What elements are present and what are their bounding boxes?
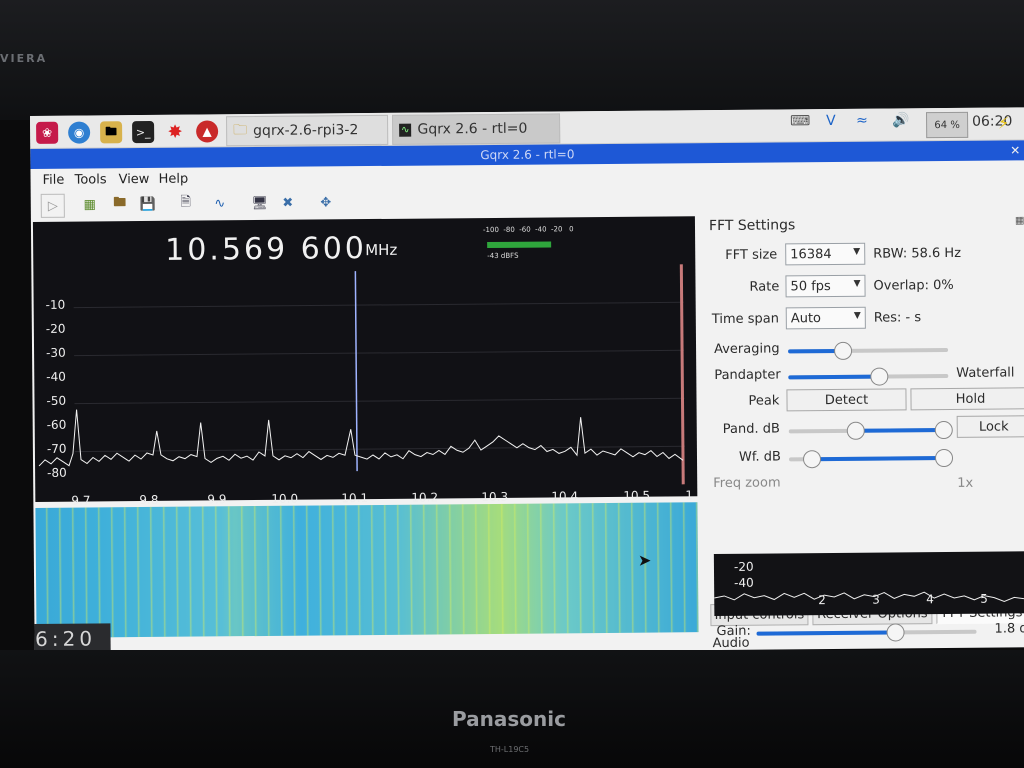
task-gqrx-window[interactable]: ∿ Gqrx 2.6 - rtl=0: [392, 113, 561, 145]
fullscreen-icon[interactable]: ✥: [315, 191, 337, 213]
monitor-bezel: [0, 0, 1024, 120]
task-gqrx-folder[interactable]: 🗀 gqrx-2.6-rpi3-2: [226, 114, 389, 147]
monitor-model: TH-L19C5: [490, 745, 530, 754]
x-tick: 1: [685, 488, 694, 503]
mouse-cursor-icon: ➤: [637, 550, 652, 570]
tuning-marker: [354, 271, 358, 472]
menu-view[interactable]: View: [118, 172, 149, 187]
mathematica-icon[interactable]: ✸: [164, 121, 186, 143]
audio-trace: [714, 591, 1024, 603]
x-tick: 10.0: [271, 491, 299, 506]
window-title: Gqrx 2.6 - rtl=0: [480, 147, 575, 163]
x-tick: 10.3: [481, 489, 509, 505]
x-tick: 10.4: [551, 489, 579, 504]
spectrum-trace: [38, 409, 684, 467]
menu-file[interactable]: File: [42, 173, 64, 188]
hardware-icon[interactable]: ▦: [79, 193, 101, 215]
spectrum-plot[interactable]: 10.569 600 MHz -100 -80 -60 -40 -20 0 -4…: [32, 216, 698, 508]
gain-knob[interactable]: [886, 623, 905, 642]
menu-help[interactable]: Help: [158, 172, 188, 187]
open-folder-icon[interactable]: 🖿: [109, 193, 131, 215]
screen: ❀ ◉ 🖿 >_ ✸ ▲ 🗀 gqrx-2.6-rpi3-2 ∿ Gqrx 2.…: [30, 107, 1024, 656]
audio-x-tick: 3: [872, 592, 880, 607]
power-warning-icon: ⚡: [998, 113, 1010, 133]
file-manager-icon[interactable]: 🖿: [100, 121, 123, 144]
x-tick: 10.5: [623, 488, 651, 503]
document-icon[interactable]: 🗎: [175, 193, 197, 215]
audio-panel: -20 -40 2 3 4 5 Gain: 1.8 d: [705, 213, 1024, 650]
grid-line: [74, 445, 685, 453]
play-icon[interactable]: ▷: [40, 193, 65, 218]
wifi-icon[interactable]: ≈: [856, 113, 868, 129]
audio-spectrum: -20 -40 2 3 4 5: [713, 551, 1024, 617]
cpu-usage-monitor[interactable]: 64 %: [926, 111, 969, 139]
save-icon[interactable]: 💾: [137, 193, 159, 215]
tools-icon[interactable]: ✖: [277, 192, 299, 214]
task-label: Gqrx 2.6 - rtl=0: [417, 120, 528, 138]
grid-line: [73, 301, 684, 309]
raspberry-menu-icon[interactable]: ❀: [36, 121, 59, 144]
browser-icon[interactable]: ◉: [68, 121, 91, 144]
volume-icon[interactable]: 🔊: [892, 112, 910, 128]
audio-x-tick: 2: [818, 593, 826, 608]
audio-gain-slider[interactable]: [756, 623, 977, 642]
bluetooth-icon[interactable]: ᐯ: [826, 113, 836, 129]
task-label: gqrx-2.6-rpi3-2: [253, 122, 359, 140]
audio-x-tick: 4: [926, 592, 934, 607]
wolfram-icon[interactable]: ▲: [196, 120, 219, 143]
audio-x-tick: 5: [980, 591, 988, 606]
gain-fill: [756, 630, 895, 636]
x-tick: 10.2: [411, 490, 439, 505]
network-icon[interactable]: ⌨: [790, 113, 810, 129]
waveform-icon[interactable]: ∿: [209, 192, 231, 214]
spectrum-graph: [38, 264, 685, 485]
filter-edge-marker: [679, 264, 685, 485]
x-tick: 9.7: [71, 493, 91, 508]
close-icon[interactable]: ✕: [1010, 140, 1020, 160]
scope-icon: ∿: [399, 123, 412, 137]
bezel-brand: VIERA: [0, 52, 48, 65]
x-tick: 9.9: [207, 492, 227, 507]
waterfall-display[interactable]: ➤: [35, 502, 699, 638]
gain-value: 1.8 d: [994, 621, 1024, 637]
gain-label: Gain:: [716, 623, 751, 640]
monitor-brand: Panasonic: [452, 707, 566, 731]
folder-icon: 🗀: [233, 122, 248, 139]
x-tick: 10.1: [341, 491, 369, 506]
x-tick: 9.8: [139, 492, 159, 508]
remote-control-icon[interactable]: 🖥: [249, 192, 271, 214]
terminal-icon[interactable]: >_: [132, 120, 155, 144]
menu-tools[interactable]: Tools: [74, 172, 106, 187]
grid-line: [74, 349, 685, 357]
grid-line: [74, 397, 685, 405]
